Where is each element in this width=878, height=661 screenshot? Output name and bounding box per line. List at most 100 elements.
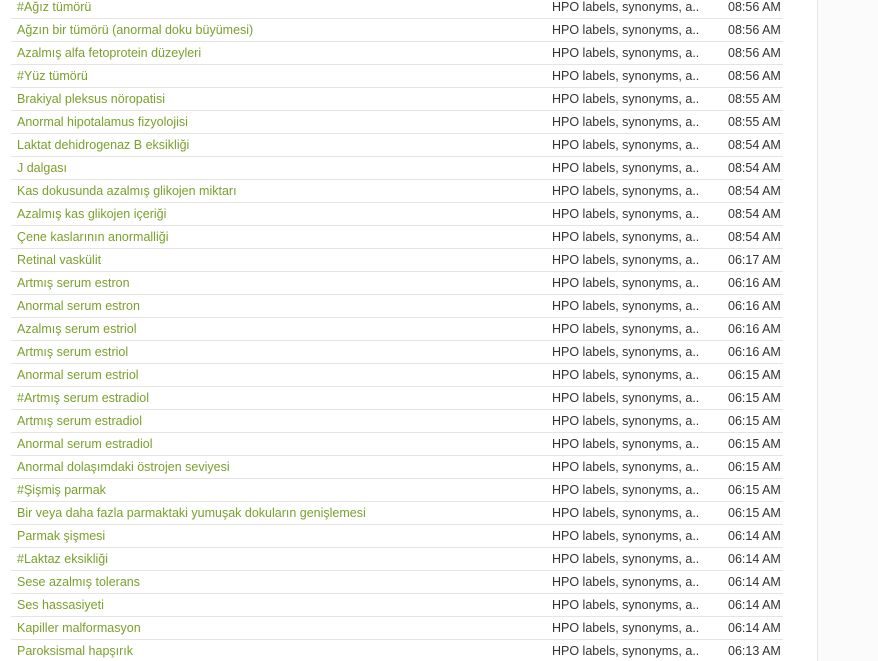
page: #Ağız tümörü HPO labels, synonyms, a... 08… [0,0,878,661]
item-source: HPO labels, synonyms, a... [552,391,700,405]
item-title-link[interactable]: #Ağız tümörü [17,0,91,18]
item-source: HPO labels, synonyms, a... [552,253,700,267]
item-title-link[interactable]: Brakiyal pleksus nöropatisi [17,88,165,110]
item-time: 08:54 AM [728,230,781,244]
item-time: 06:16 AM [728,345,781,359]
list-item: Laktat dehidrogenaz B eksikliği HPO label… [11,134,783,157]
item-title-link[interactable]: Paroksismal hapşırık [17,640,133,661]
item-source: HPO labels, synonyms, a... [552,46,700,60]
item-time: 06:14 AM [728,598,781,612]
item-title-link[interactable]: Anormal serum estron [17,295,140,317]
list-item: #Şişmiş parmak HPO labels, synonyms, a...… [11,479,783,502]
list-item: Parmak şişmesi HPO labels, synonyms, a...… [11,525,783,548]
item-time: 06:15 AM [728,483,781,497]
item-title-link[interactable]: Artmış serum estriol [17,341,128,363]
item-title-link[interactable]: Retinal vaskülit [17,249,101,271]
list-item: J dalgası HPO labels, synonyms, a... 08:54… [11,157,783,180]
item-title-link[interactable]: Anormal serum estriol [17,364,139,386]
list-item: #Artmış serum estradiol HPO labels, synon… [11,387,783,410]
item-title-link[interactable]: #Artmış serum estradiol [17,387,149,409]
item-source: HPO labels, synonyms, a... [552,483,700,497]
item-source: HPO labels, synonyms, a... [552,621,700,635]
item-time: 06:15 AM [728,506,781,520]
item-title-link[interactable]: Anormal dolaşımdaki östrojen seviyesi [17,456,230,478]
item-time: 06:17 AM [728,253,781,267]
item-time: 06:15 AM [728,460,781,474]
list-item: Azalmış serum estriol HPO labels, synonym… [11,318,783,341]
list-item: #Ağız tümörü HPO labels, synonyms, a... 08… [11,0,783,19]
list-item: #Yüz tümörü HPO labels, synonyms, a... 08:… [11,65,783,88]
item-time: 06:15 AM [728,437,781,451]
item-source: HPO labels, synonyms, a... [552,92,700,106]
item-time: 06:14 AM [728,621,781,635]
item-title-link[interactable]: J dalgası [17,157,67,179]
list-item: Paroksismal hapşırık HPO labels, synonyms… [11,640,783,661]
list-item: Anormal serum estron HPO labels, synonyms… [11,295,783,318]
item-title-link[interactable]: #Yüz tümörü [17,65,88,87]
item-title-link[interactable]: Azalmış serum estriol [17,318,136,340]
item-time: 08:54 AM [728,207,781,221]
item-time: 06:14 AM [728,575,781,589]
list-item: Anormal dolaşımdaki östrojen seviyesi HPO… [11,456,783,479]
list-item: Ses hassasiyeti HPO labels, synonyms, a..… [11,594,783,617]
list-item: Çene kaslarının anormalliği HPO labels, s… [11,226,783,249]
item-time: 08:54 AM [728,138,781,152]
item-time: 08:56 AM [728,69,781,83]
item-source: HPO labels, synonyms, a... [552,460,700,474]
item-time: 08:56 AM [728,23,781,37]
list-item: Anormal serum estriol HPO labels, synonym… [11,364,783,387]
item-title-link[interactable]: Anormal serum estradiol [17,433,152,455]
item-title-link[interactable]: Ağzın bir tümörü (anormal doku büyümesi) [17,19,253,41]
item-time: 06:16 AM [728,276,781,290]
item-source: HPO labels, synonyms, a... [552,575,700,589]
item-source: HPO labels, synonyms, a... [552,207,700,221]
item-source: HPO labels, synonyms, a... [552,322,700,336]
item-title-link[interactable]: Azalmış alfa fetoprotein düzeyleri [17,42,201,64]
item-title-link[interactable]: #Laktaz eksikliği [17,548,108,570]
item-title-link[interactable]: Bir veya daha fazla parmaktaki yumuşak d… [17,502,366,524]
item-title-link[interactable]: #Şişmiş parmak [17,479,106,501]
list-item: Azalmış alfa fetoprotein düzeyleri HPO la… [11,42,783,65]
item-source: HPO labels, synonyms, a... [552,276,700,290]
item-time: 06:13 AM [728,644,781,658]
item-source: HPO labels, synonyms, a... [552,644,700,658]
item-title-link[interactable]: Kas dokusunda azalmış glikojen miktarı [17,180,237,202]
item-title-link[interactable]: Çene kaslarının anormalliği [17,226,168,248]
list-item: Kapiller malformasyon HPO labels, synonym… [11,617,783,640]
item-title-link[interactable]: Laktat dehidrogenaz B eksikliği [17,134,189,156]
item-time: 06:16 AM [728,322,781,336]
item-time: 06:16 AM [728,299,781,313]
item-source: HPO labels, synonyms, a... [552,414,700,428]
item-source: HPO labels, synonyms, a... [552,506,700,520]
item-source: HPO labels, synonyms, a... [552,598,700,612]
list-item: Anormal serum estradiol HPO labels, synon… [11,433,783,456]
item-time: 08:54 AM [728,184,781,198]
item-title-link[interactable]: Ses hassasiyeti [17,594,104,616]
item-title-link[interactable]: Anormal hipotalamus fizyolojisi [17,111,188,133]
item-time: 06:15 AM [728,391,781,405]
list-item: Ağzın bir tümörü (anormal doku büyümesi)… [11,19,783,42]
item-time: 08:55 AM [728,92,781,106]
item-source: HPO labels, synonyms, a... [552,69,700,83]
item-title-link[interactable]: Sese azalmış tolerans [17,571,140,593]
item-title-link[interactable]: Kapiller malformasyon [17,617,141,639]
item-source: HPO labels, synonyms, a... [552,552,700,566]
item-source: HPO labels, synonyms, a... [552,529,700,543]
item-time: 06:14 AM [728,529,781,543]
changes-list: #Ağız tümörü HPO labels, synonyms, a... 08… [11,0,783,661]
item-source: HPO labels, synonyms, a... [552,184,700,198]
list-item: Artmış serum estradiol HPO labels, synony… [11,410,783,433]
item-source: HPO labels, synonyms, a... [552,299,700,313]
item-title-link[interactable]: Artmış serum estron [17,272,130,294]
item-source: HPO labels, synonyms, a... [552,23,700,37]
list-item: Azalmış kas glikojen içeriği HPO labels, … [11,203,783,226]
list-item: #Laktaz eksikliği HPO labels, synonyms, a… [11,548,783,571]
item-source: HPO labels, synonyms, a... [552,138,700,152]
list-item: Anormal hipotalamus fizyolojisi HPO label… [11,111,783,134]
item-source: HPO labels, synonyms, a... [552,0,700,14]
list-item: Artmış serum estron HPO labels, synonyms,… [11,272,783,295]
item-title-link[interactable]: Artmış serum estradiol [17,410,142,432]
item-title-link[interactable]: Parmak şişmesi [17,525,105,547]
changes-list-panel: #Ağız tümörü HPO labels, synonyms, a... 08… [0,0,818,661]
item-title-link[interactable]: Azalmış kas glikojen içeriği [17,203,166,225]
